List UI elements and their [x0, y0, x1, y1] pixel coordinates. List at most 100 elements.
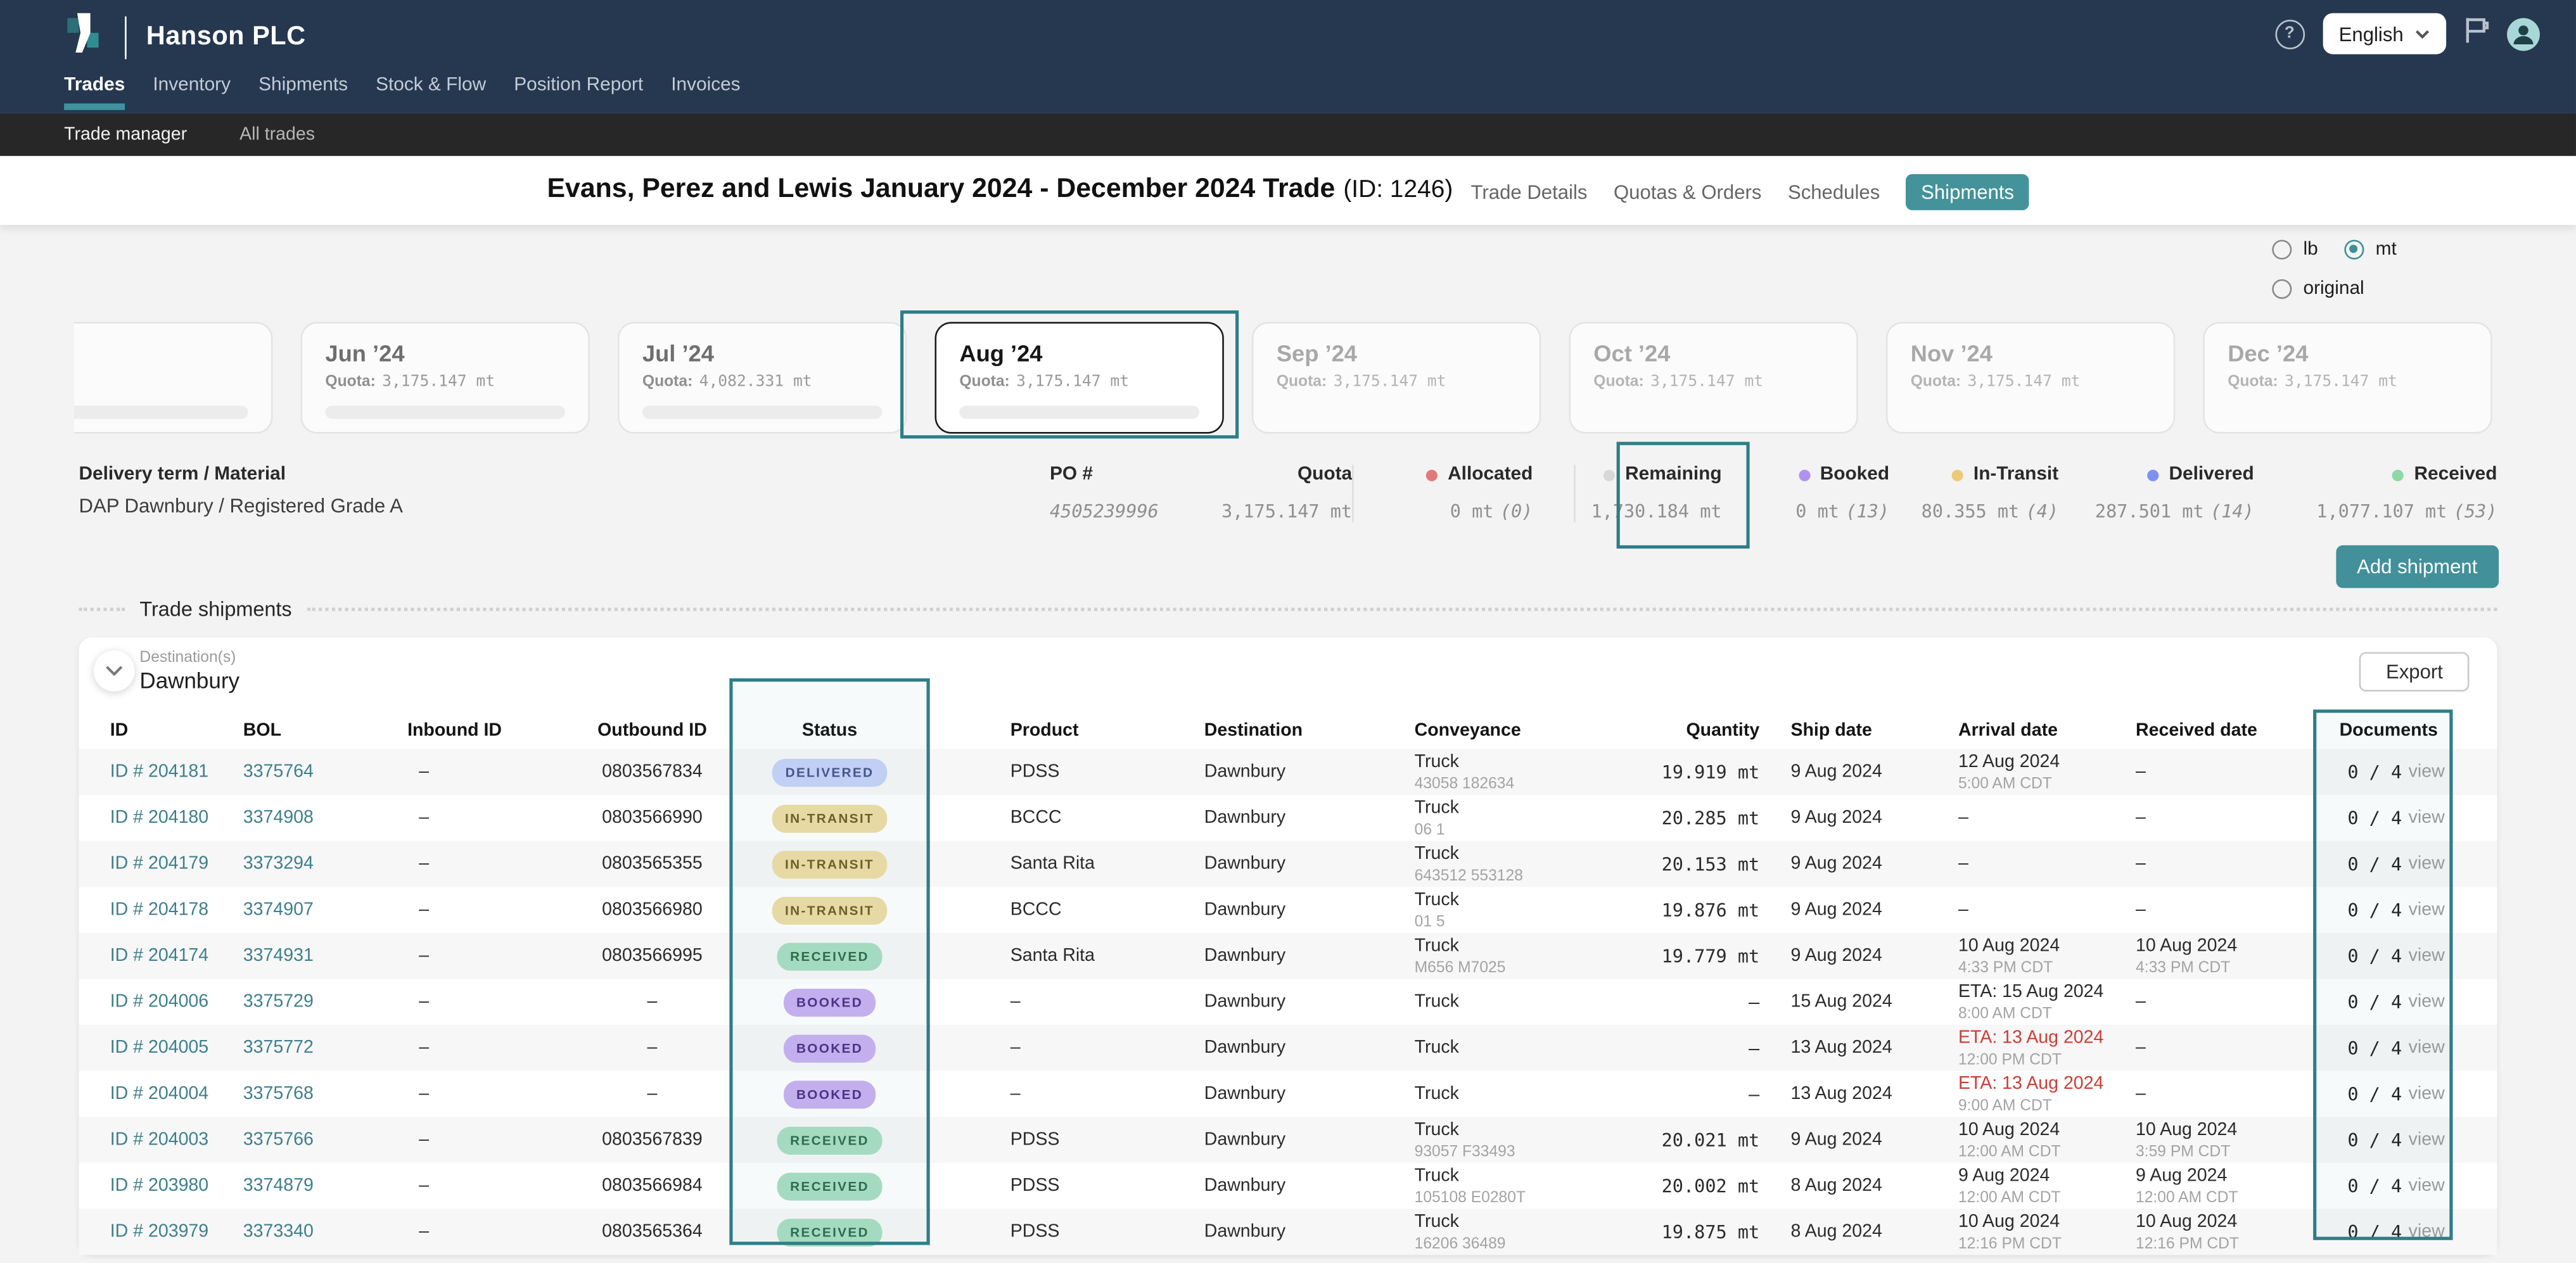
- nav-item[interactable]: Invoices: [671, 75, 740, 108]
- shipment-id-link[interactable]: ID # 204003: [110, 1117, 243, 1163]
- view-tab[interactable]: Schedules: [1788, 181, 1880, 203]
- month-card[interactable]: Nov ’24 Quota: 3,175.147 mt: [1886, 322, 2175, 433]
- nav-item[interactable]: Stock & Flow: [376, 75, 486, 108]
- flag-icon[interactable]: [2464, 16, 2489, 52]
- unit-radio-option[interactable]: mt: [2344, 240, 2443, 260]
- month-progress-bar: [642, 405, 883, 419]
- dotted-divider: [307, 607, 2497, 611]
- quantity-cell: 19.875 mt: [1631, 1209, 1783, 1255]
- view-documents-link[interactable]: view: [2409, 946, 2445, 966]
- inbound-id: –: [407, 1163, 575, 1209]
- quantity-cell: –: [1631, 1025, 1783, 1071]
- subnav-item[interactable]: All trades: [239, 125, 315, 144]
- bol-link[interactable]: 3375766: [243, 1117, 407, 1163]
- add-shipment-button[interactable]: Add shipment: [2335, 545, 2499, 588]
- bol-link[interactable]: 3374907: [243, 887, 407, 933]
- status-dot: [1799, 469, 1810, 480]
- arrival-date: –: [1958, 854, 2127, 873]
- stat-label: Received: [2414, 465, 2497, 485]
- shipment-id-link[interactable]: ID # 204179: [110, 841, 243, 887]
- view-documents-link[interactable]: view: [2409, 992, 2445, 1012]
- bol-link[interactable]: 3375729: [243, 979, 407, 1025]
- shipment-id-link[interactable]: ID # 204178: [110, 887, 243, 933]
- bol-link[interactable]: 3373340: [243, 1209, 407, 1255]
- status-badge: RECEIVED: [777, 942, 882, 970]
- view-documents-link[interactable]: view: [2409, 762, 2445, 782]
- unit-radio-option[interactable]: lb: [2272, 240, 2344, 260]
- destination-cell: Dawnbury: [1194, 749, 1408, 795]
- month-card[interactable]: 147 mt: [74, 322, 273, 433]
- month-card[interactable]: Oct ’24 Quota: 3,175.147 mt: [1569, 322, 1858, 433]
- received-date-cell: 9 Aug 2024 12:00 AM CDT: [2127, 1163, 2313, 1209]
- conveyance-ref: M656 M7025: [1415, 958, 1631, 977]
- collapse-button[interactable]: [94, 651, 135, 692]
- documents-count: 0 / 4: [2347, 991, 2402, 1013]
- view-documents-link[interactable]: view: [2409, 808, 2445, 828]
- view-documents-link[interactable]: view: [2409, 1222, 2445, 1241]
- nav-item[interactable]: Position Report: [514, 75, 643, 108]
- bol-link[interactable]: 3374879: [243, 1163, 407, 1209]
- nav-item[interactable]: Shipments: [258, 75, 348, 108]
- conveyance-type: Truck: [1415, 992, 1631, 1012]
- shipment-id-link[interactable]: ID # 203980: [110, 1163, 243, 1209]
- table-body: ID # 204181 3375764 – 0803567834 DELIVER…: [79, 749, 2497, 1255]
- shipment-id-link[interactable]: ID # 203979: [110, 1209, 243, 1255]
- shipment-id-link[interactable]: ID # 204006: [110, 979, 243, 1025]
- month-label: Jul ’24: [642, 340, 883, 373]
- month-card[interactable]: Jun ’24 Quota: 3,175.147 mt: [301, 322, 590, 433]
- view-documents-link[interactable]: view: [2409, 1038, 2445, 1058]
- user-avatar[interactable]: [2507, 17, 2540, 50]
- quota-label: Quota: [1298, 465, 1352, 485]
- view-tab[interactable]: Quotas & Orders: [1614, 181, 1762, 203]
- status-cell: DELIVERED: [729, 749, 929, 795]
- conveyance-type: Truck: [1415, 1119, 1631, 1139]
- shipment-id-link[interactable]: ID # 204180: [110, 795, 243, 841]
- nav-item[interactable]: Inventory: [153, 75, 231, 108]
- help-icon[interactable]: ?: [2275, 19, 2305, 49]
- month-card[interactable]: Sep ’24 Quota: 3,175.147 mt: [1252, 322, 1541, 433]
- bol-link[interactable]: 3374908: [243, 795, 407, 841]
- month-card[interactable]: Jul ’24 Quota: 4,082.331 mt: [618, 322, 907, 433]
- documents-cell: 0 / 4 view: [2313, 1117, 2452, 1163]
- language-select[interactable]: English: [2323, 13, 2446, 54]
- export-button[interactable]: Export: [2360, 652, 2470, 691]
- month-quota: Quota: 3,175.147 mt: [1593, 373, 1833, 391]
- view-documents-link[interactable]: view: [2409, 1130, 2445, 1150]
- shipment-id-link[interactable]: ID # 204174: [110, 933, 243, 979]
- subnav-item[interactable]: Trade manager: [64, 125, 187, 144]
- bol-link[interactable]: 3374931: [243, 933, 407, 979]
- view-documents-link[interactable]: view: [2409, 900, 2445, 920]
- month-card[interactable]: Dec ’24 Quota: 3,175.147 mt: [2203, 322, 2492, 433]
- bol-link[interactable]: 3375772: [243, 1025, 407, 1071]
- bol-link[interactable]: 3375768: [243, 1071, 407, 1117]
- shipment-id-link[interactable]: ID # 204004: [110, 1071, 243, 1117]
- view-documents-link[interactable]: view: [2409, 1176, 2445, 1196]
- shipment-id-link[interactable]: ID # 204005: [110, 1025, 243, 1071]
- view-documents-link[interactable]: view: [2409, 854, 2445, 873]
- outbound-id: 0803566995: [575, 933, 730, 979]
- title-bar: Evans, Perez and Lewis January 2024 - De…: [0, 156, 2576, 225]
- nav-item[interactable]: Trades: [64, 75, 125, 108]
- bol-link[interactable]: 3373294: [243, 841, 407, 887]
- received-date-cell: –: [2127, 887, 2313, 933]
- conveyance-ref: 06 1: [1415, 820, 1631, 839]
- shipment-id-link[interactable]: ID # 204181: [110, 749, 243, 795]
- view-documents-link[interactable]: view: [2409, 1084, 2445, 1103]
- destination-cell: Dawnbury: [1194, 1071, 1408, 1117]
- documents-count: 0 / 4: [2347, 1083, 2402, 1105]
- month-card[interactable]: Aug ’24 Quota: 3,175.147 mt: [934, 322, 1223, 433]
- stat-value: 0 mt(0): [1354, 501, 1533, 523]
- received-date-cell: 10 Aug 2024 12:16 PM CDT: [2127, 1209, 2313, 1255]
- status-badge: BOOKED: [783, 988, 876, 1016]
- view-tab[interactable]: Trade Details: [1471, 181, 1588, 203]
- ship-date-cell: 9 Aug 2024: [1783, 795, 1947, 841]
- conveyance-cell: Truck 06 1: [1408, 795, 1631, 841]
- view-tab[interactable]: Shipments: [1906, 174, 2029, 210]
- status-dot: [2393, 469, 2404, 480]
- quantity-cell: 19.876 mt: [1631, 887, 1783, 933]
- month-progress-bar: [325, 405, 565, 419]
- quantity-cell: 20.021 mt: [1631, 1117, 1783, 1163]
- bol-link[interactable]: 3375764: [243, 749, 407, 795]
- stat-count: (53): [2454, 501, 2497, 523]
- arrival-time: 8:00 AM CDT: [1958, 1005, 2127, 1023]
